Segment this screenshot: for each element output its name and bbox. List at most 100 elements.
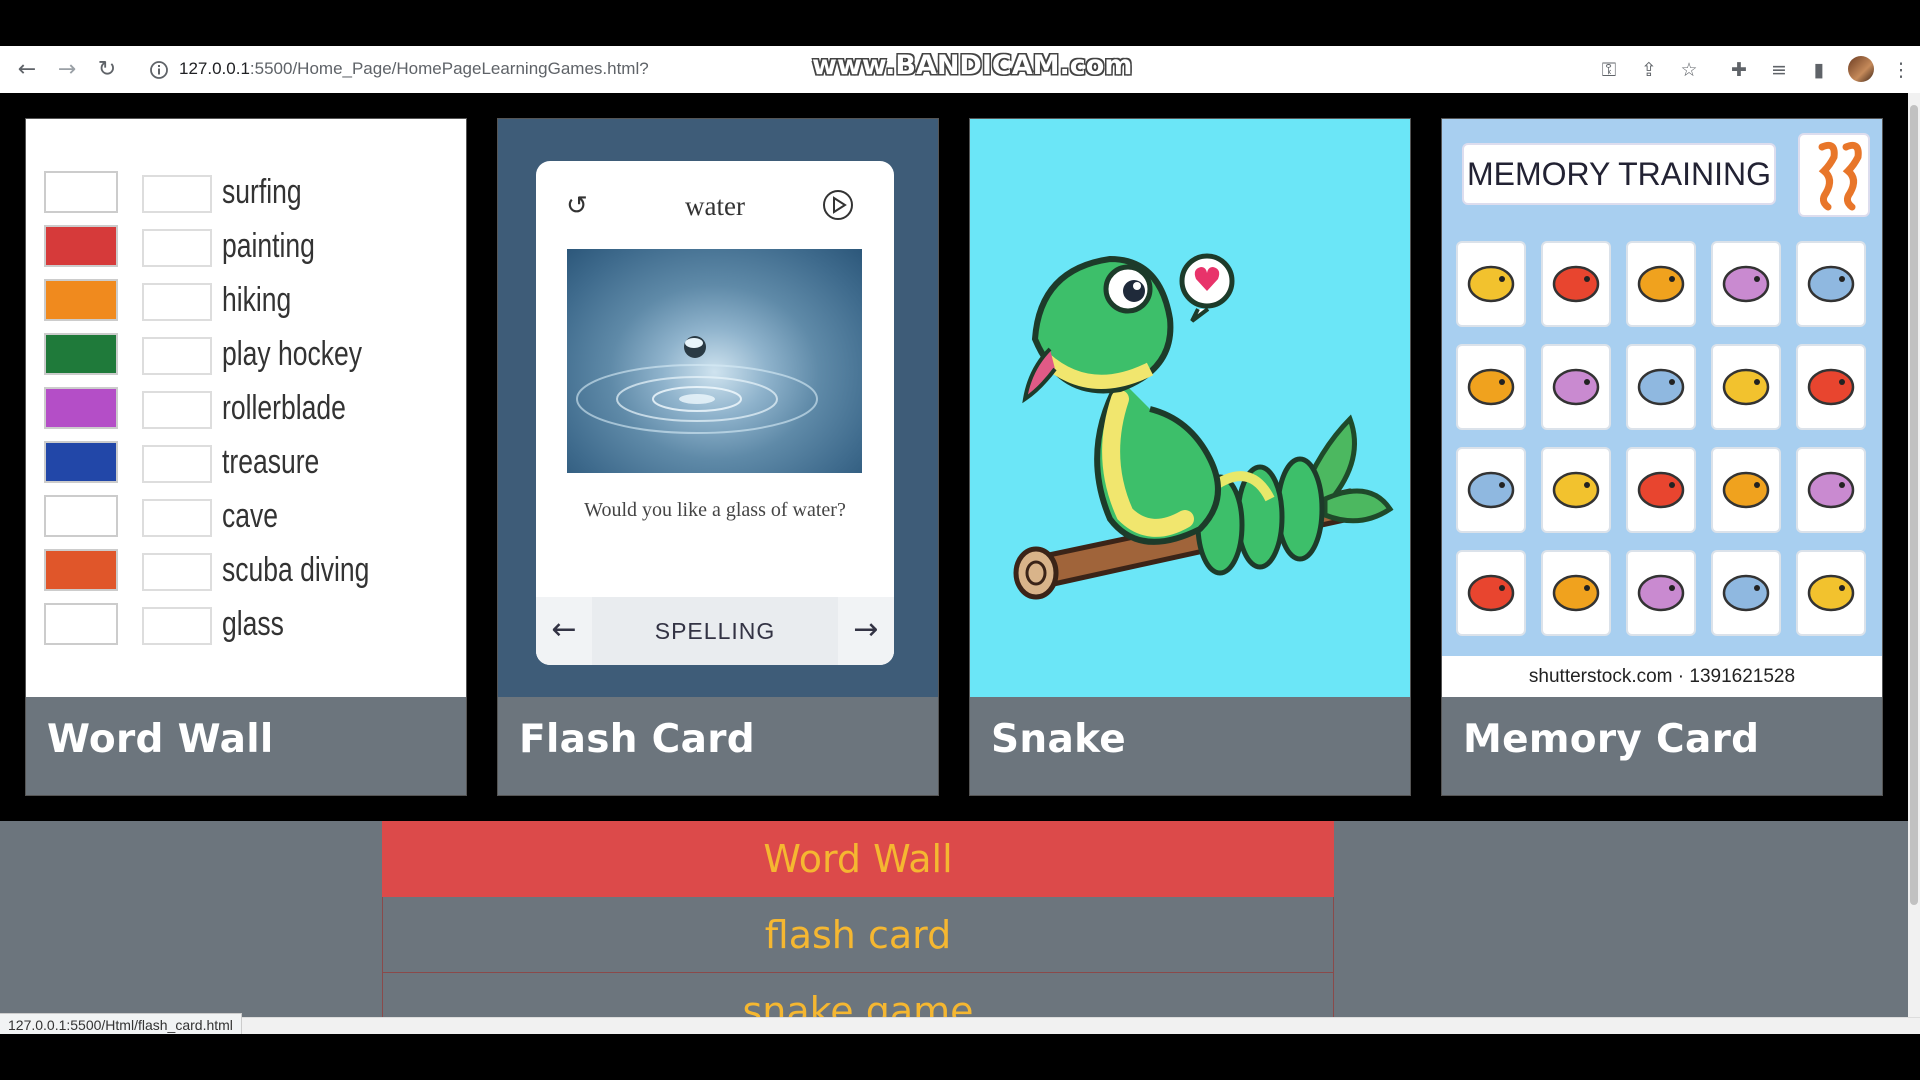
menu-icon[interactable]: ⋮ xyxy=(1888,57,1914,83)
reload-icon[interactable]: ↻ xyxy=(94,57,120,83)
card-title: Flash Card xyxy=(519,717,755,762)
memory-tile xyxy=(1541,344,1611,430)
word-thumbnail xyxy=(44,171,118,213)
menu-item-word-wall[interactable]: Word Wall xyxy=(382,821,1334,897)
profile-avatar[interactable] xyxy=(1848,56,1874,82)
memory-tile xyxy=(1456,447,1526,533)
word-row: surfing xyxy=(44,169,444,215)
menu-item-snake-game[interactable]: snake game xyxy=(382,973,1334,1017)
url-host: 127.0.0.1 xyxy=(179,59,250,78)
answer-box xyxy=(142,391,212,429)
page-content: surfing painting hiking play hockey rollerbl… xyxy=(0,93,1908,1017)
word-thumbnail xyxy=(44,549,118,591)
word-row: rollerblade xyxy=(44,385,444,431)
top-black-bar xyxy=(0,0,1920,46)
memory-tile xyxy=(1626,550,1696,636)
memory-image: MEMORY TRAINING shutterstock.com · 13916… xyxy=(1442,119,1882,697)
word-row: painting xyxy=(44,223,444,269)
play-icon xyxy=(823,190,853,220)
horizontal-scrollbar[interactable] xyxy=(0,1017,1920,1035)
back-icon[interactable]: ← xyxy=(14,57,40,83)
prev-arrow-icon: ← xyxy=(536,597,592,665)
site-info-icon[interactable] xyxy=(148,59,170,81)
word-thumbnail xyxy=(44,387,118,429)
memory-tile xyxy=(1711,344,1781,430)
memory-tile xyxy=(1541,550,1611,636)
forward-icon[interactable]: → xyxy=(54,57,80,83)
flash-card-image: ↺ water Would you like a glass of water?… xyxy=(498,119,938,697)
address-bar[interactable]: 127.0.0.1:5500/Home_Page/HomePageLearnin… xyxy=(179,59,649,79)
spelling-mode-label: SPELLING xyxy=(654,618,776,644)
word-row: play hockey xyxy=(44,331,444,377)
word-label: hiking xyxy=(222,281,292,319)
snake-image xyxy=(970,119,1410,697)
card-flash-card[interactable]: ↺ water Would you like a glass of water?… xyxy=(497,118,939,796)
card-memory-card[interactable]: MEMORY TRAINING shutterstock.com · 13916… xyxy=(1441,118,1883,796)
card-title: Snake xyxy=(991,717,1127,762)
word-row: treasure xyxy=(44,439,444,485)
word-label: rollerblade xyxy=(222,389,346,427)
answer-box xyxy=(142,553,212,591)
memory-tile xyxy=(1541,241,1611,327)
answer-box xyxy=(142,445,212,483)
card-snake[interactable]: Snake xyxy=(969,118,1411,796)
star-icon[interactable]: ☆ xyxy=(1676,57,1702,83)
vertical-scrollbar[interactable] xyxy=(1908,93,1920,1017)
memory-tile xyxy=(1456,550,1526,636)
answer-box xyxy=(142,607,212,645)
word-thumbnail xyxy=(44,495,118,537)
key-icon[interactable]: ⚿ xyxy=(1596,57,1622,83)
word-row: hiking xyxy=(44,277,444,323)
memory-tile xyxy=(1456,344,1526,430)
extensions-icon[interactable]: ✚ xyxy=(1726,57,1752,83)
recording-watermark: www.BANDICAM.com xyxy=(812,50,1133,81)
media-icon[interactable]: ≡ xyxy=(1766,57,1792,83)
memory-tile xyxy=(1796,241,1866,327)
answer-box xyxy=(142,337,212,375)
memory-tile xyxy=(1711,241,1781,327)
memory-title: MEMORY TRAINING xyxy=(1462,143,1776,205)
card-title: Memory Card xyxy=(1463,717,1760,762)
water-drop-photo xyxy=(567,249,862,473)
word-label: painting xyxy=(222,227,315,265)
stock-credit: shutterstock.com · 1391621528 xyxy=(1442,656,1882,697)
snake-illustration xyxy=(1013,253,1394,600)
card-word-wall[interactable]: surfing painting hiking play hockey rollerbl… xyxy=(25,118,467,796)
memory-tile xyxy=(1626,447,1696,533)
menu-item-flash-card[interactable]: flash card xyxy=(382,897,1334,973)
scrollbar-thumb[interactable] xyxy=(1910,105,1918,905)
flash-controls: ← SPELLING → xyxy=(536,597,894,665)
memory-tile xyxy=(1796,344,1866,430)
card-footer: Memory Card xyxy=(1442,697,1882,795)
card-footer: Snake xyxy=(970,697,1410,795)
card-footer: Flash Card xyxy=(498,697,938,795)
word-label: scuba diving xyxy=(222,551,370,589)
card-footer: Word Wall xyxy=(26,697,466,795)
side-panel-icon[interactable]: ▮ xyxy=(1806,57,1832,83)
word-row: scuba diving xyxy=(44,547,444,593)
word-thumbnail xyxy=(44,279,118,321)
word-thumbnail xyxy=(44,333,118,375)
memory-tile xyxy=(1541,447,1611,533)
seahorse-icon xyxy=(1798,133,1870,217)
answer-box xyxy=(142,175,212,213)
memory-tile xyxy=(1711,447,1781,533)
word-label: treasure xyxy=(222,443,320,481)
word-row: cave xyxy=(44,493,444,539)
memory-tile xyxy=(1626,241,1696,327)
memory-tile xyxy=(1456,241,1526,327)
word-label: glass xyxy=(222,605,284,643)
memory-tile xyxy=(1711,550,1781,636)
word-wall-image: surfing painting hiking play hockey rollerbl… xyxy=(26,119,466,697)
word-label: cave xyxy=(222,497,279,535)
word-thumbnail xyxy=(44,225,118,267)
url-path: :5500/Home_Page/HomePageLearningGames.ht… xyxy=(249,59,649,78)
word-label: surfing xyxy=(222,173,302,211)
word-row: glass xyxy=(44,601,444,647)
card-title: Word Wall xyxy=(47,717,274,762)
answer-box xyxy=(142,499,212,537)
bottom-black-bar xyxy=(0,1034,1920,1080)
share-icon[interactable]: ⇪ xyxy=(1636,57,1662,83)
flash-card-preview: ↺ water Would you like a glass of water?… xyxy=(536,161,894,665)
games-menu: Word Wall flash card snake game xyxy=(382,821,1334,1017)
